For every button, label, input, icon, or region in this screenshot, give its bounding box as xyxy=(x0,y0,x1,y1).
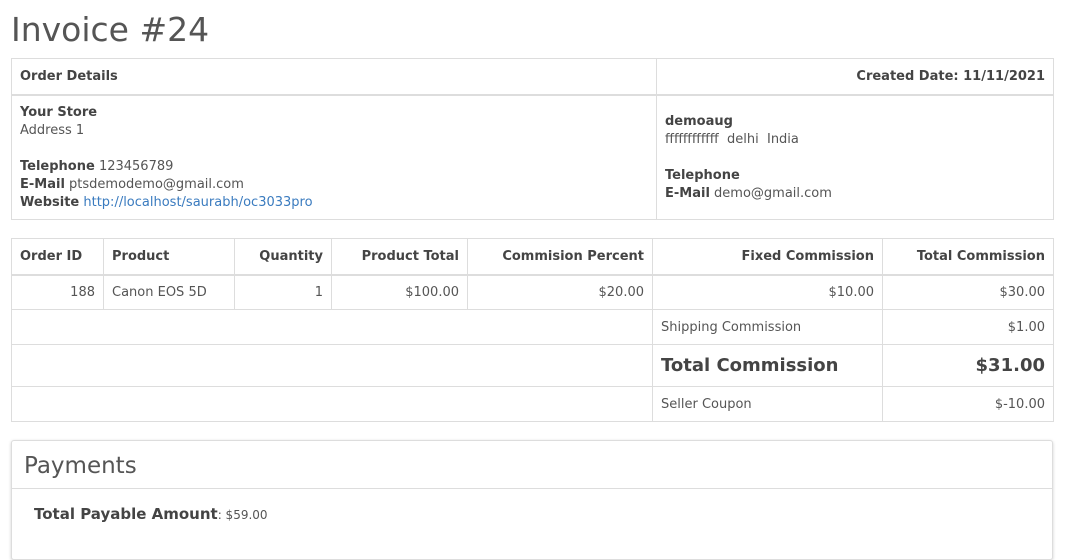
order-details-body-row: Your Store Address 1 Telephone 123456789… xyxy=(11,94,1054,220)
col-product-total: Product Total xyxy=(331,238,468,276)
payments-panel: Payments Total Payable Amount: $59.00 xyxy=(11,440,1053,560)
invoice-page: Invoice #24 Order Details Created Date: … xyxy=(0,0,1067,422)
shipping-commission-label: Shipping Commission xyxy=(652,309,883,345)
order-table-header-row: Order ID Product Quantity Product Total … xyxy=(11,238,1054,276)
order-items-table: Order ID Product Quantity Product Total … xyxy=(11,238,1054,422)
cell-total-commission: $30.00 xyxy=(882,274,1054,310)
customer-telephone-label: Telephone xyxy=(665,167,740,183)
store-website-label: Website xyxy=(20,194,80,210)
col-total-commission: Total Commission xyxy=(882,238,1054,276)
created-date-value: 11/11/2021 xyxy=(963,68,1045,84)
total-commission-value: $31.00 xyxy=(882,344,1054,387)
total-commission-row: Total Commission $31.00 xyxy=(11,344,1054,387)
payable-label: Total Payable Amount xyxy=(34,505,218,523)
store-address: Address 1 xyxy=(20,122,85,138)
customer-info: demoaug ffffffffffff delhi India Telepho… xyxy=(656,94,1054,220)
shipping-commission-value: $1.00 xyxy=(882,309,1054,345)
store-info: Your Store Address 1 Telephone 123456789… xyxy=(11,94,657,220)
order-details-header-row: Order Details Created Date: 11/11/2021 xyxy=(11,58,1054,96)
page-title: Invoice #24 xyxy=(11,10,210,49)
order-details-table: Order Details Created Date: 11/11/2021 Y… xyxy=(11,58,1054,220)
seller-coupon-row: Seller Coupon $-10.00 xyxy=(11,386,1054,422)
total-spacer xyxy=(11,344,653,387)
store-telephone: 123456789 xyxy=(98,158,174,174)
store-website-link[interactable]: http://localhost/saurabh/oc3033pro xyxy=(83,195,312,210)
total-commission-label: Total Commission xyxy=(652,344,883,387)
customer-email-label: E-Mail xyxy=(665,185,710,201)
store-email-label: E-Mail xyxy=(20,176,65,192)
store-email: ptsdemodemo@gmail.com xyxy=(69,176,244,192)
col-commission-percent: Commision Percent xyxy=(467,238,653,276)
col-product: Product xyxy=(103,238,235,276)
store-name: Your Store xyxy=(20,104,98,120)
customer-email: demo@gmail.com xyxy=(714,185,832,201)
col-fixed-commission: Fixed Commission xyxy=(652,238,883,276)
cell-product: Canon EOS 5D xyxy=(103,274,235,310)
order-details-heading: Order Details xyxy=(11,58,657,96)
col-order-id: Order ID xyxy=(11,238,104,276)
created-date-label: Created Date: xyxy=(856,68,959,84)
created-date: Created Date: 11/11/2021 xyxy=(656,58,1054,96)
table-row: 188 Canon EOS 5D 1 $100.00 $20.00 $10.00… xyxy=(11,274,1054,310)
col-quantity: Quantity xyxy=(234,238,332,276)
payable-value: : $59.00 xyxy=(217,508,268,522)
cell-fixed-commission: $10.00 xyxy=(652,274,883,310)
coupon-spacer xyxy=(11,386,653,422)
cell-quantity: 1 xyxy=(234,274,332,310)
cell-commission-percent: $20.00 xyxy=(467,274,653,310)
customer-address: ffffffffffff delhi India xyxy=(665,131,799,147)
payments-title: Payments xyxy=(12,441,1052,489)
payments-body: Total Payable Amount: $59.00 xyxy=(12,489,1052,539)
cell-product-total: $100.00 xyxy=(331,274,468,310)
shipping-commission-row: Shipping Commission $1.00 xyxy=(11,309,1054,345)
cell-order-id: 188 xyxy=(11,274,104,310)
shipping-spacer xyxy=(11,309,653,345)
seller-coupon-label: Seller Coupon xyxy=(652,386,883,422)
customer-name: demoaug xyxy=(665,113,733,129)
store-telephone-label: Telephone xyxy=(20,158,95,174)
seller-coupon-value: $-10.00 xyxy=(882,386,1054,422)
